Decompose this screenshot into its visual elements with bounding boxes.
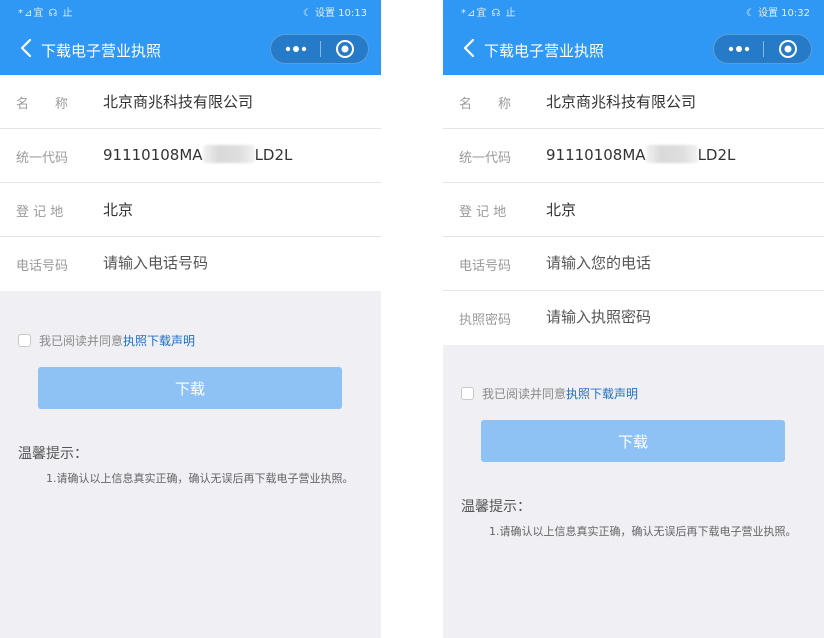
region-value: 北京	[103, 201, 134, 219]
checkbox-icon[interactable]	[461, 386, 474, 400]
left-phone-screen: *⊿宜 ☊ 止 ☾ 设置 10:13 下载电子营业执照 名 称 北京商兆科技有限…	[0, 0, 381, 638]
field-phone-row: 电话号码	[443, 237, 824, 291]
agreement-row: 我已阅读并同意 执照下载声明	[18, 330, 195, 350]
tips-title: 温馨提示：	[18, 446, 88, 462]
credit-code-prefix: 91110108MA	[103, 146, 203, 164]
field-region-row: 登 记 地 北京	[443, 183, 824, 237]
redacted-blur	[202, 145, 255, 163]
credit-code-value: 91110108MA LD2L	[546, 145, 735, 164]
field-label: 执照密码	[459, 313, 512, 328]
tips-title: 温馨提示：	[461, 499, 531, 515]
agreement-link[interactable]: 执照下载声明	[123, 332, 195, 349]
status-bar: *⊿宜 ☊ 止 ☾ 设置 10:13	[0, 0, 381, 22]
phone-input[interactable]	[100, 249, 356, 277]
field-label: 名 称	[16, 97, 69, 112]
field-label: 登 记 地	[459, 205, 507, 220]
mini-program-capsule	[270, 34, 369, 64]
status-time: ☾ 设置 10:13	[302, 8, 367, 19]
field-label: 统一代码	[16, 151, 69, 166]
phone-input[interactable]	[543, 249, 799, 277]
page-title: 下载电子营业执照	[484, 42, 605, 60]
agreement-text: 我已阅读并同意	[39, 333, 124, 348]
target-close-icon[interactable]	[764, 35, 811, 63]
credit-code-suffix: LD2L	[697, 146, 736, 164]
field-label: 名 称	[459, 97, 512, 112]
status-bar: *⊿宜 ☊ 止 ☾ 设置 10:32	[443, 0, 824, 22]
mini-program-capsule	[713, 34, 812, 64]
status-icons-left: *⊿宜 ☊ 止	[461, 8, 517, 19]
field-password-row: 执照密码	[443, 291, 824, 345]
field-name-row: 名 称 北京商兆科技有限公司	[443, 75, 824, 129]
redacted-blur	[645, 145, 698, 163]
license-form: 名 称 北京商兆科技有限公司 统一代码 91110108MA LD2L 登 记 地…	[443, 75, 824, 345]
field-name-row: 名 称 北京商兆科技有限公司	[0, 75, 381, 129]
credit-code-prefix: 91110108MA	[546, 146, 646, 164]
checkbox-icon[interactable]	[18, 333, 31, 347]
status-time: ☾ 设置 10:32	[745, 8, 810, 19]
field-label: 统一代码	[459, 151, 512, 166]
company-name-value: 北京商兆科技有限公司	[546, 93, 697, 111]
agreement-text: 我已阅读并同意	[482, 386, 567, 401]
back-chevron-icon[interactable]	[17, 37, 35, 59]
nav-bar: 下载电子营业执照	[443, 30, 824, 70]
credit-code-suffix: LD2L	[254, 146, 293, 164]
page-title: 下载电子营业执照	[41, 42, 162, 60]
field-label: 登 记 地	[16, 205, 64, 220]
credit-code-value: 91110108MA LD2L	[103, 145, 292, 164]
field-label: 电话号码	[16, 259, 69, 274]
right-phone-screen: *⊿宜 ☊ 止 ☾ 设置 10:32 下载电子营业执照 名 称 北京商兆科技有限…	[443, 0, 824, 638]
agreement-row: 我已阅读并同意 执照下载声明	[461, 383, 638, 403]
back-chevron-icon[interactable]	[460, 37, 478, 59]
more-dots-icon[interactable]	[271, 35, 320, 63]
status-icons-left: *⊿宜 ☊ 止	[18, 8, 74, 19]
region-value: 北京	[546, 201, 577, 219]
more-dots-icon[interactable]	[714, 35, 763, 63]
tips-text: 1.请确认以上信息真实正确，确认无误后再下载电子营业执照。	[46, 472, 354, 485]
header-bar: *⊿宜 ☊ 止 ☾ 设置 10:32 下载电子营业执照	[443, 0, 824, 75]
download-button[interactable]: 下载	[38, 367, 342, 409]
field-phone-row: 电话号码	[0, 237, 381, 291]
target-close-icon[interactable]	[321, 35, 368, 63]
license-form: 名 称 北京商兆科技有限公司 统一代码 91110108MA LD2L 登 记 地…	[0, 75, 381, 291]
field-code-row: 统一代码 91110108MA LD2L	[443, 129, 824, 183]
tips-text: 1.请确认以上信息真实正确，确认无误后再下载电子营业执照。	[489, 525, 797, 538]
company-name-value: 北京商兆科技有限公司	[103, 93, 254, 111]
field-region-row: 登 记 地 北京	[0, 183, 381, 237]
field-code-row: 统一代码 91110108MA LD2L	[0, 129, 381, 183]
nav-bar: 下载电子营业执照	[0, 30, 381, 70]
license-password-input[interactable]	[543, 303, 799, 331]
download-button[interactable]: 下载	[481, 420, 785, 462]
header-bar: *⊿宜 ☊ 止 ☾ 设置 10:13 下载电子营业执照	[0, 0, 381, 75]
field-label: 电话号码	[459, 259, 512, 274]
agreement-link[interactable]: 执照下载声明	[566, 385, 638, 402]
